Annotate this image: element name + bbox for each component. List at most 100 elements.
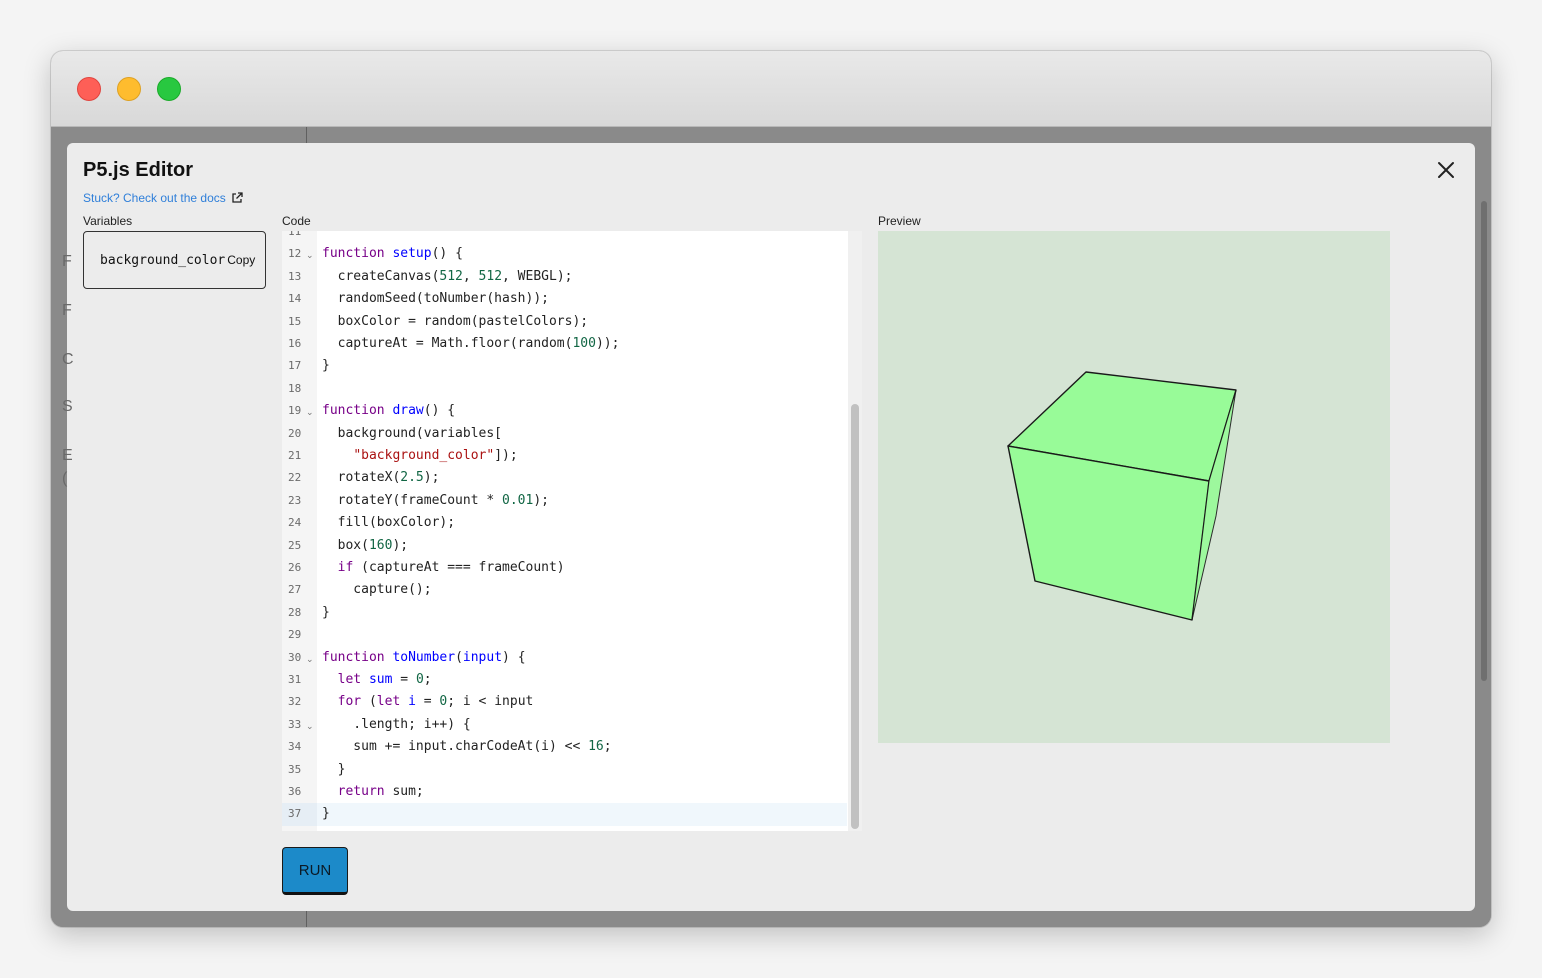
line-number: 28 [288,605,302,619]
code-line[interactable]: 29 [282,624,847,646]
line-number: 18 [288,381,302,395]
code-line[interactable]: 26 if (captureAt === frameCount) [282,557,847,579]
code-line[interactable]: 13 createCanvas(512, 512, WEBGL); [282,266,847,288]
line-number: 31 [288,673,302,686]
code-editor[interactable]: 11 12 ⌄ function setup() {13 createCanvas(5… [282,231,862,831]
variable-chip[interactable]: background_color Copy [83,231,266,289]
code-scrollbar-thumb[interactable] [851,404,859,829]
title-bar [51,51,1491,127]
variable-name: background_color [100,252,226,268]
code-text: captureAt = Math.floor(random(100)); [322,336,620,351]
code-text: .length; i++) { [322,716,471,732]
variables-label: Variables [83,214,133,228]
line-number: 25 [288,538,302,552]
line-number: 32 [288,695,302,709]
close-icon [1438,162,1454,178]
code-line[interactable]: 17} [282,355,847,377]
code-text: for (let i = 0; i < input [337,694,534,710]
fold-chevron-icon[interactable]: ⌄ [306,243,314,267]
code-line[interactable]: 16 captureAt = Math.floor(random(100)); [282,333,847,355]
run-button[interactable]: RUN [282,847,348,895]
modal-title: P5.js Editor [83,159,194,181]
background-scrollbar [1481,201,1487,681]
code-text: } [322,358,330,374]
line-number: 36 [288,785,302,798]
code-line[interactable]: 35 } [282,759,847,781]
background-text: F [62,253,72,270]
close-modal-button[interactable] [1435,159,1457,181]
code-line[interactable]: 21 "background_color"]); [282,445,847,467]
code-line[interactable]: 14 randomSeed(toNumber(hash)); [282,288,847,310]
code-text: randomSeed(toNumber(hash)); [322,291,549,307]
background-text: S [62,398,73,415]
docs-link[interactable]: Stuck? Check out the docs [83,191,243,205]
fold-chevron-icon[interactable]: ⌄ [306,714,314,738]
line-number: 20 [288,426,302,440]
code-line[interactable]: 27 capture(); [282,579,847,601]
line-number: 22 [288,471,302,485]
docs-link-label: Stuck? Check out the docs [83,191,226,205]
background-text: E [62,447,73,464]
code-text: boxColor = random(pastelColors); [322,313,589,329]
code-line[interactable]: 36 return sum; [282,781,847,803]
code-text: createCanvas(512, 512, WEBGL); [322,268,573,284]
line-number: 17 [288,359,302,373]
line-number: 34 [288,740,302,754]
maximize-window-button[interactable] [157,77,181,101]
code-line[interactable]: 32 for (let i = 0; i < input [282,691,847,713]
background-text: C [62,351,74,368]
code-text: function setup() { [322,246,463,262]
code-line[interactable]: 24 fill(boxColor); [282,512,847,534]
minimize-window-button[interactable] [117,77,141,101]
code-line[interactable]: 28} [282,602,847,624]
preview-label: Preview [878,214,921,228]
line-number: 23 [288,493,302,507]
line-number: 21 [288,449,302,462]
line-number: 16 [288,337,302,350]
code-text: } [322,604,330,620]
code-line[interactable]: 25 box(160); [282,535,847,557]
code-line[interactable]: 23 rotateY(frameCount * 0.01); [282,490,847,512]
code-line[interactable]: 34 sum += input.charCodeAt(i) << 16; [282,736,847,758]
line-number: 29 [288,628,302,642]
code-line[interactable]: 37} [282,803,847,826]
close-window-button[interactable] [77,77,101,101]
code-line[interactable]: 30 ⌄ function toNumber(input) { [282,647,847,669]
preview-canvas [878,231,1390,743]
code-label: Code [282,214,311,228]
code-text: let sum = 0; [337,672,432,687]
code-text: function draw() { [322,403,456,419]
code-text: fill(boxColor); [322,515,456,531]
code-text: "background_color"]); [353,448,518,463]
line-number: 27 [288,583,302,597]
code-text: rotateX(2.5); [322,470,440,486]
p5-editor-modal: P5.js Editor Stuck? Check out the docs V… [67,143,1475,911]
code-text: rotateY(frameCount * 0.01); [322,492,549,508]
code-line[interactable]: 33 ⌄ .length; i++) { [282,714,847,736]
preview-svg [1007,371,1237,621]
code-line[interactable]: 11 [282,231,847,243]
code-line[interactable]: 15 boxColor = random(pastelColors); [282,311,847,333]
code-line[interactable]: 18 [282,378,847,400]
code-line[interactable]: 19 ⌄ function draw() { [282,400,847,422]
line-number: 11 [288,231,302,238]
line-number: 24 [288,516,302,530]
code-line[interactable]: 31 let sum = 0; [282,669,847,691]
line-number: 13 [288,269,302,283]
code-line[interactable]: 22 rotateX(2.5); [282,467,847,489]
app-window: P5.js Editor Stuck? Check out the docs V… [51,51,1491,927]
line-number: 35 [288,762,302,776]
code-text: if (captureAt === frameCount) [337,560,565,575]
code-line[interactable]: 12 ⌄ function setup() { [282,243,847,265]
code-text: return sum; [337,784,424,799]
code-text: box(160); [322,537,409,553]
code-text: background(variables[ [322,425,503,441]
fold-chevron-icon[interactable]: ⌄ [306,400,314,424]
code-text: } [322,806,330,822]
fold-chevron-icon[interactable]: ⌄ [306,647,314,671]
line-number: 14 [288,292,302,306]
background-text: ( [62,470,68,487]
code-line[interactable]: 20 background(variables[ [282,423,847,445]
external-link-icon [232,192,243,203]
copy-variable-button[interactable]: Copy [227,253,255,267]
